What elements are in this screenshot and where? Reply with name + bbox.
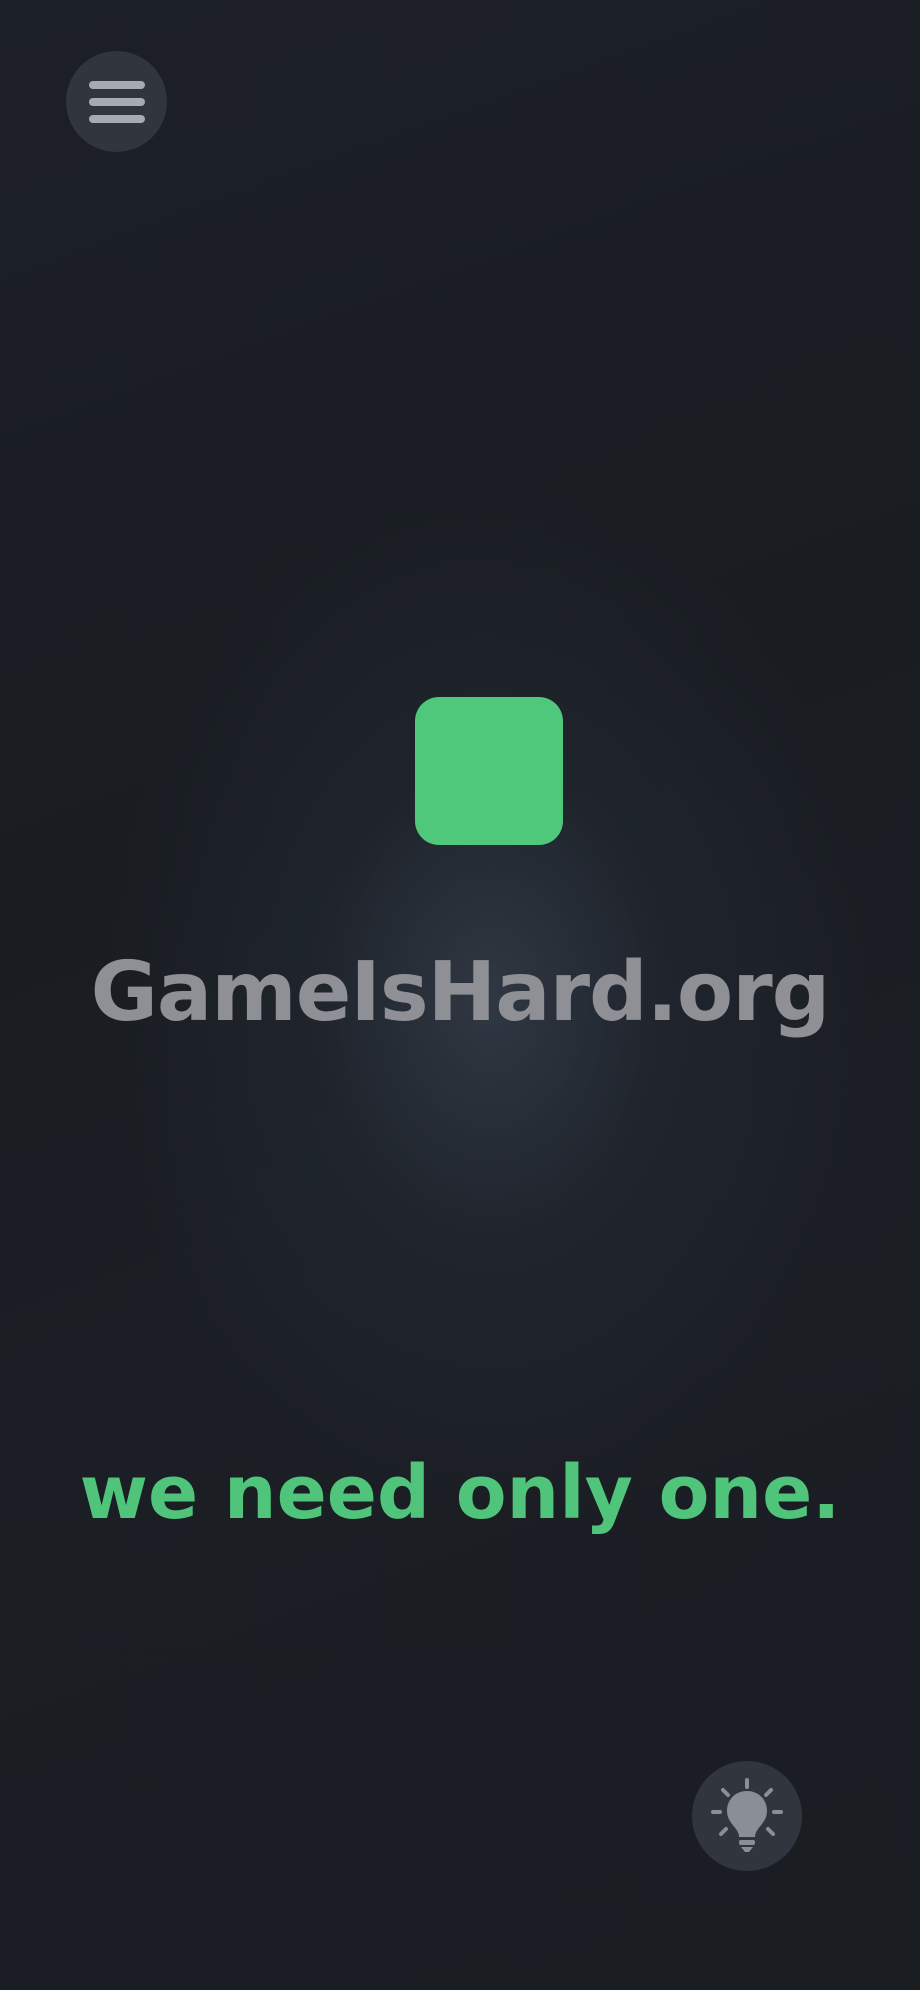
- green-square-tile[interactable]: [415, 697, 563, 845]
- hamburger-menu-icon: [88, 80, 145, 123]
- game-title: GameIsHard.org: [90, 945, 831, 1040]
- menu-button[interactable]: [66, 51, 167, 152]
- level-hint-text: we need only one.: [79, 1450, 841, 1536]
- hint-button[interactable]: [692, 1761, 802, 1871]
- lightbulb-icon: [711, 1778, 783, 1852]
